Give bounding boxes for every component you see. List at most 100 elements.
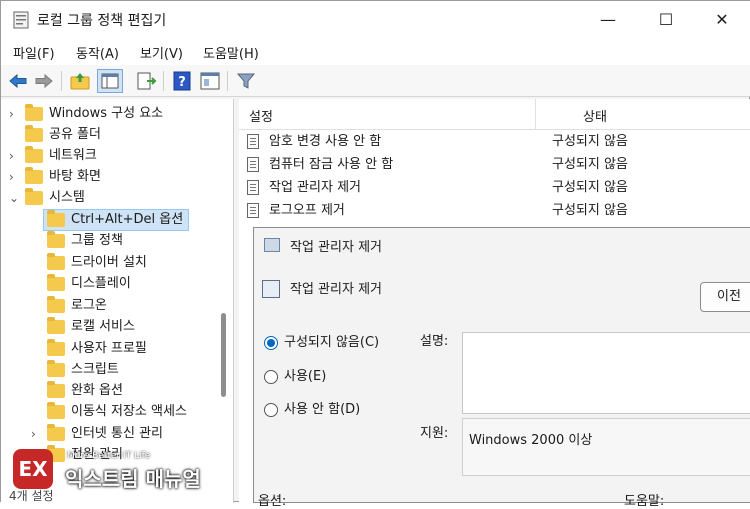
tree-item-label: 디스플레이 <box>71 276 131 291</box>
tree-item-locale-services[interactable]: 로캘 서비스 <box>1 316 221 338</box>
watermark-logo: EX <box>13 449 53 489</box>
tree-item-label: 완화 옵션 <box>71 383 123 398</box>
dialog-policy-name: 작업 관리자 제거 <box>290 282 382 297</box>
up-folder-icon[interactable] <box>69 70 91 92</box>
group-policy-editor-window: 로컬 그룹 정책 편집기 — ☐ ✕ 파일(F) 동작(A) 보기(V) 도움말… <box>0 0 750 509</box>
dialog-title: 작업 관리자 제거 <box>290 240 382 255</box>
tree-item-label: 그룹 정책 <box>71 233 123 248</box>
policy-app-icon <box>13 11 29 29</box>
list-row[interactable]: 컴퓨터 잠금 사용 안 함 구성되지 않음 <box>239 153 750 176</box>
list-row[interactable]: 작업 관리자 제거 구성되지 않음 <box>239 176 750 199</box>
previous-setting-button[interactable]: 이전 <box>700 282 750 312</box>
column-header-state[interactable]: 상태 <box>583 106 607 125</box>
policy-setting-dialog: 작업 관리자 제거 작업 관리자 제거 이전 구성되지 않음(C) 사용(E) … <box>253 227 750 509</box>
menu-view[interactable]: 보기(V) <box>140 43 183 62</box>
tree-item-label: 이동식 저장소 액세스 <box>71 404 187 419</box>
radio-button[interactable] <box>264 336 278 350</box>
folder-icon <box>47 210 65 227</box>
folder-icon <box>25 167 43 184</box>
maximize-button[interactable]: ☐ <box>637 1 695 39</box>
tree-item-user-profiles[interactable]: 사용자 프로필 <box>1 338 221 360</box>
setting-state: 구성되지 않음 <box>552 134 628 149</box>
export-list-icon[interactable] <box>135 70 157 92</box>
column-divider[interactable] <box>535 99 536 129</box>
svg-text:?: ? <box>178 75 186 90</box>
tree-item-display[interactable]: 디스플레이 <box>1 273 221 295</box>
tree-item-windows-components[interactable]: › Windows 구성 요소 <box>9 103 229 125</box>
tree-item-label: Windows 구성 요소 <box>49 106 164 121</box>
list-header: 설정 상태 <box>239 99 750 130</box>
supported-on-box: Windows 2000 이상 <box>462 418 750 476</box>
setting-state: 구성되지 않음 <box>552 157 628 172</box>
collapse-chevron-icon[interactable]: ⌄ <box>9 187 21 209</box>
comment-label: 설명: <box>420 334 449 349</box>
expand-chevron-icon[interactable]: › <box>9 166 21 188</box>
tree-item-label: 공유 폴더 <box>49 127 101 142</box>
tree-item-label: 네트워크 <box>49 148 97 163</box>
menu-action[interactable]: 동작(A) <box>76 43 119 62</box>
folder-icon <box>25 104 43 121</box>
list-row[interactable]: 로그오프 제거 구성되지 않음 <box>239 199 750 222</box>
tree-item-internet-communication[interactable]: › 인터넷 통신 관리 <box>1 423 221 445</box>
setting-name: 암호 변경 사용 안 함 <box>269 134 382 149</box>
policy-tree: › Windows 구성 요소 공유 폴더 › 네트워크 › 바탕 화면 ⌄ 시… <box>1 99 234 503</box>
open-folder-icon <box>25 188 43 205</box>
tree-item-scripts[interactable]: 스크립트 <box>1 359 221 381</box>
setting-state: 구성되지 않음 <box>552 203 628 218</box>
options-label: 옵션: <box>258 494 287 509</box>
tree-item-label: Ctrl+Alt+Del 옵션 <box>71 212 184 227</box>
filter-icon[interactable] <box>235 70 257 92</box>
folder-icon <box>47 231 65 248</box>
expand-chevron-icon[interactable]: › <box>31 423 43 445</box>
setting-state: 구성되지 않음 <box>552 180 628 195</box>
setting-name: 로그오프 제거 <box>269 203 345 218</box>
tree-item-label: 사용자 프로필 <box>71 341 147 356</box>
tree-item-mitigation-options[interactable]: 완화 옵션 <box>1 380 221 402</box>
setting-name: 작업 관리자 제거 <box>269 180 361 195</box>
back-arrow-icon[interactable] <box>7 70 29 92</box>
tree-item-label: 시스템 <box>49 190 85 205</box>
radio-button[interactable] <box>264 403 278 417</box>
show-hide-tree-icon[interactable] <box>97 69 123 93</box>
expand-chevron-icon[interactable]: › <box>9 103 21 125</box>
minimize-button[interactable]: — <box>579 1 637 39</box>
tree-item-ctrl-alt-del-options[interactable]: Ctrl+Alt+Del 옵션 <box>1 209 221 231</box>
tree-item-driver-installation[interactable]: 드라이버 설치 <box>1 252 221 274</box>
policy-setting-icon <box>262 280 280 298</box>
policy-setting-icon <box>247 157 259 172</box>
policy-setting-icon <box>247 134 259 149</box>
menu-help[interactable]: 도움말(H) <box>203 43 259 62</box>
tree-item-label: 로그온 <box>71 298 107 313</box>
dialog-window-icon <box>264 238 280 252</box>
comment-textarea[interactable] <box>462 332 750 414</box>
folder-icon <box>25 125 43 142</box>
folder-icon <box>47 253 65 270</box>
tree-item-system[interactable]: ⌄ 시스템 <box>9 187 229 209</box>
tree-item-label: 인터넷 통신 관리 <box>71 426 163 441</box>
title-bar: 로컬 그룹 정책 편집기 — ☐ ✕ <box>1 1 750 39</box>
list-row[interactable]: 암호 변경 사용 안 함 구성되지 않음 <box>239 130 750 153</box>
close-button[interactable]: ✕ <box>693 1 750 39</box>
window-title: 로컬 그룹 정책 편집기 <box>37 13 167 29</box>
radio-label: 사용 안 함(D) <box>284 402 361 417</box>
help-icon[interactable]: ? <box>171 70 193 92</box>
expand-chevron-icon[interactable]: › <box>9 145 21 167</box>
menu-file[interactable]: 파일(F) <box>13 43 55 62</box>
tree-item-logon[interactable]: 로그온 <box>1 295 221 317</box>
tree-item-desktop[interactable]: › 바탕 화면 <box>9 166 229 188</box>
tree-item-removable-storage-access[interactable]: 이동식 저장소 액세스 <box>1 401 221 423</box>
properties-icon[interactable] <box>199 70 221 92</box>
tree-scrollbar-thumb[interactable] <box>221 313 226 397</box>
column-header-setting[interactable]: 설정 <box>249 106 273 125</box>
supported-on-label: 지원: <box>420 426 449 441</box>
supported-on-value: Windows 2000 이상 <box>469 433 593 448</box>
forward-arrow-icon[interactable] <box>33 70 55 92</box>
tree-item-network[interactable]: › 네트워크 <box>9 145 229 167</box>
tree-item-label: 바탕 화면 <box>49 169 101 184</box>
tree-item-label: 로캘 서비스 <box>71 319 135 334</box>
folder-icon <box>47 339 65 356</box>
radio-button[interactable] <box>264 370 278 384</box>
tree-item-shared-folders[interactable]: 공유 폴더 <box>9 124 229 146</box>
tree-item-group-policy[interactable]: 그룹 정책 <box>1 230 221 252</box>
setting-name: 컴퓨터 잠금 사용 안 함 <box>269 157 394 172</box>
